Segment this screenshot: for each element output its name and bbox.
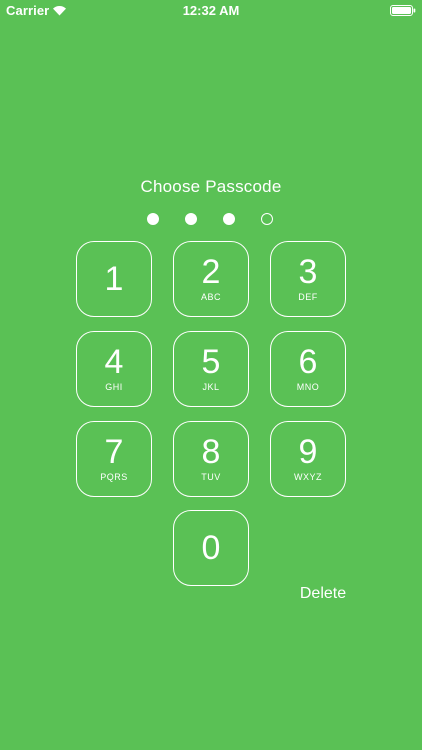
key-letters: WXYZ — [294, 472, 322, 482]
key-7[interactable]: 7 PQRS — [76, 421, 152, 497]
key-6[interactable]: 6 MNO — [270, 331, 346, 407]
key-letters: MNO — [296, 382, 320, 392]
status-bar: Carrier 12:32 AM — [0, 0, 422, 22]
key-digit: 8 — [201, 433, 221, 471]
key-digit: 5 — [201, 343, 221, 381]
key-digit: 1 — [104, 260, 124, 298]
key-1[interactable]: 1 — [76, 241, 152, 317]
key-4[interactable]: 4 GHI — [76, 331, 152, 407]
key-letters: TUV — [201, 472, 221, 482]
key-3[interactable]: 3 DEF — [270, 241, 346, 317]
key-letters: PQRS — [100, 472, 128, 482]
key-letters: GHI — [105, 382, 123, 392]
passcode-dot-filled — [185, 213, 197, 225]
key-digit: 6 — [298, 343, 318, 381]
key-letters: DEF — [298, 292, 318, 302]
status-time: 12:32 AM — [182, 3, 240, 18]
passcode-dot-filled — [223, 213, 235, 225]
key-8[interactable]: 8 TUV — [173, 421, 249, 497]
key-digit: 9 — [298, 433, 318, 471]
passcode-prompt: Choose Passcode — [140, 177, 282, 196]
key-2[interactable]: 2 ABC — [173, 241, 249, 317]
key-5[interactable]: 5 JKL — [173, 331, 249, 407]
battery-icon — [390, 5, 416, 16]
key-letters: ABC — [200, 292, 221, 302]
delete-button[interactable]: Delete — [290, 585, 356, 607]
key-digit: 3 — [298, 253, 318, 291]
key-digit: 2 — [201, 253, 221, 291]
key-9[interactable]: 9 WXYZ — [270, 421, 346, 497]
passcode-dot-filled — [147, 213, 159, 225]
passcode-indicator — [146, 213, 278, 227]
key-digit: 4 — [104, 343, 124, 381]
key-0[interactable]: 0 — [173, 510, 249, 586]
key-letters: JKL — [202, 382, 220, 392]
key-digit: 0 — [201, 529, 221, 567]
key-digit: 7 — [104, 433, 124, 471]
passcode-dot-empty — [261, 213, 273, 225]
